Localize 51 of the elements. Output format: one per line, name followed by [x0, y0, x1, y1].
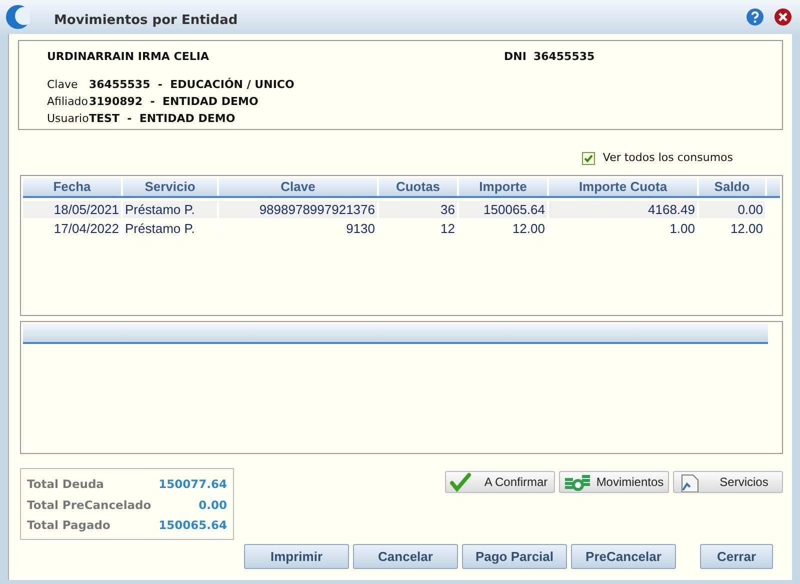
field-label: Afiliado: [47, 94, 88, 108]
dialog-button[interactable]: Imprimir: [244, 544, 349, 569]
table-cell: 4168.49: [549, 201, 699, 218]
window-title: Movimientos por Entidad: [54, 12, 239, 30]
dialog-button[interactable]: Pago Parcial: [462, 544, 567, 569]
column-header[interactable]: Cuotas: [379, 178, 459, 196]
field-label: Clave: [47, 78, 78, 90]
action-button[interactable]: Movimientos: [559, 471, 669, 493]
table-cell: 12: [379, 220, 459, 237]
column-header[interactable]: Importe: [459, 178, 549, 196]
field-label: Usuario: [47, 112, 89, 124]
table-cell: 1.00: [549, 220, 699, 237]
column-header[interactable]: Clave: [219, 178, 379, 196]
field-value: 36455535 - EDUCACIÓN / UNICO: [89, 76, 294, 92]
checkbox-label: Ver todos los consumos: [602, 150, 733, 166]
column-header[interactable]: Saldo: [699, 178, 767, 196]
close-icon[interactable]: [774, 8, 792, 26]
dialog-button[interactable]: PreCancelar: [571, 544, 676, 569]
table-cell: 9898978997921376: [219, 201, 379, 218]
total-label: Total PreCancelado: [27, 496, 152, 514]
checkbox[interactable]: [582, 152, 595, 164]
table-cell: 0.00: [699, 201, 767, 218]
column-header[interactable]: Fecha: [23, 178, 123, 196]
field-value: 3190892 - ENTIDAD DEMO: [89, 94, 258, 110]
total-label: Total Pagado: [27, 517, 110, 534]
table-cell: 9130: [219, 220, 379, 237]
table-cell: 36: [379, 201, 459, 218]
total-label: Total Deuda: [27, 476, 104, 493]
column-header[interactable]: Servicio: [123, 178, 219, 196]
column-header[interactable]: Importe Cuota: [549, 178, 699, 196]
dni-value: 36455535: [533, 49, 595, 65]
dialog-button[interactable]: Cancelar: [353, 544, 458, 569]
table-cell: 12.00: [459, 220, 549, 237]
table-cell: 18/05/2021: [23, 201, 123, 218]
table-cell: Préstamo P.: [123, 201, 219, 218]
table-cell: 17/04/2022: [23, 220, 123, 237]
action-button[interactable]: A Confirmar: [445, 471, 555, 493]
help-icon[interactable]: [746, 8, 764, 26]
dialog-button[interactable]: Cerrar: [700, 544, 773, 569]
dni-label: DNI: [504, 49, 526, 65]
person-name: URDINARRAIN IRMA CELIA: [47, 50, 209, 63]
table-cell: 12.00: [699, 220, 767, 237]
total-value: 150065.64: [158, 517, 227, 534]
table-cell: 150065.64: [459, 201, 549, 218]
total-value: 0.00: [198, 496, 227, 514]
field-value: TEST - ENTIDAD DEMO: [89, 110, 236, 126]
app-logo-icon: [6, 4, 30, 30]
table-cell: Préstamo P.: [123, 220, 219, 237]
total-value: 150077.64: [158, 476, 227, 493]
action-button[interactable]: Servicios: [673, 471, 783, 493]
coins-icon: [564, 472, 590, 492]
